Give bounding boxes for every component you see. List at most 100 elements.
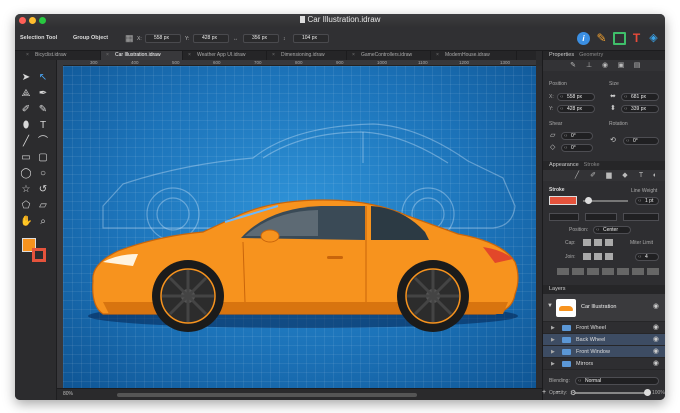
hand-icon[interactable]: ✋ (20, 216, 32, 228)
rounded-rect-icon[interactable]: ▢ (37, 152, 49, 164)
shape-icon[interactable]: ⬠ (20, 200, 32, 212)
rotation-field[interactable]: 0° (623, 137, 659, 145)
pencil-icon[interactable]: ✎ (595, 32, 608, 45)
text-style-icon[interactable]: T (637, 172, 645, 179)
shear-y-field[interactable]: 0° (561, 144, 593, 152)
tab-modern-house[interactable]: × ModernHouse.idraw (431, 51, 517, 60)
rectangle-icon[interactable]: ▭ (20, 152, 32, 164)
stroke-tool-icon[interactable]: ╱ (573, 172, 581, 179)
node-tool-icon[interactable]: ⟁ (20, 88, 32, 100)
document-settings-icon[interactable]: ▤ (633, 62, 641, 69)
expand-arrow-icon[interactable]: ▶ (551, 334, 555, 346)
group-object-button[interactable]: Group Object (73, 35, 108, 41)
stroke-color-well[interactable] (549, 196, 577, 205)
zoom-icon[interactable]: ⌕ (37, 216, 49, 228)
fill-icon[interactable]: ◉ (601, 62, 609, 69)
dash-pattern-select[interactable] (549, 213, 579, 221)
visibility-eye-icon[interactable]: ◉ (653, 302, 659, 310)
polygon-icon[interactable]: ▱ (37, 200, 49, 212)
miter-field[interactable]: 4 (635, 253, 659, 261)
dash-segment-fields[interactable] (557, 268, 661, 275)
star-icon[interactable]: ☆ (20, 184, 32, 196)
tab-weather-app[interactable]: × Weather App UI.idraw (183, 51, 267, 60)
brush-stroke-icon[interactable]: ✐ (589, 172, 597, 179)
size-width-field[interactable]: 681 px (621, 93, 659, 101)
select-arrow-icon[interactable]: ➤ (20, 72, 32, 84)
brush-icon[interactable]: ✐ (20, 104, 32, 116)
text-tool-icon[interactable]: T (630, 32, 643, 45)
text-icon[interactable]: T (37, 120, 49, 132)
tab-dimensioning[interactable]: × Dimensioning.idraw (267, 51, 347, 60)
zoom-level[interactable]: 80% (63, 391, 73, 397)
grid-icon[interactable]: ▦ (125, 33, 134, 44)
info-icon[interactable]: i (577, 32, 590, 45)
pen-icon[interactable]: ✎ (569, 62, 577, 69)
line-icon[interactable]: ╱ (20, 136, 32, 148)
layer-front-window[interactable]: ▶ Front Window ◉ (543, 346, 665, 358)
cap-style-buttons[interactable] (583, 239, 613, 246)
shear-x-field[interactable]: 0° (561, 132, 593, 140)
join-style-buttons[interactable] (583, 253, 613, 260)
close-tab-icon[interactable]: × (106, 51, 109, 60)
grid-layout-icon[interactable] (613, 32, 626, 45)
visibility-eye-icon[interactable]: ◉ (653, 346, 659, 358)
layer-back-wheel[interactable]: ▶ Back Wheel ◉ (543, 334, 665, 346)
blending-select[interactable]: Normal (575, 377, 659, 385)
layer-mirrors[interactable]: ▶ Mirrors ◉ (543, 358, 665, 370)
fill-bucket-icon[interactable]: ▆ (605, 172, 613, 179)
pos-y-field[interactable]: 428 px (557, 105, 595, 113)
close-tab-icon[interactable]: × (272, 51, 275, 60)
layer-group-car-illustration[interactable]: ▼ Car Illustration ◉ (543, 294, 665, 322)
slider-knob[interactable] (585, 197, 592, 204)
close-tab-icon[interactable]: × (436, 51, 439, 60)
shadow-icon[interactable]: ◐ (651, 172, 659, 179)
add-layer-button[interactable]: + (542, 389, 546, 396)
tab-game-controllers[interactable]: × GameControllers.idraw (347, 51, 431, 60)
width-field[interactable]: 356 px (243, 34, 279, 43)
visibility-eye-icon[interactable]: ◉ (653, 358, 659, 370)
opacity-knob[interactable] (644, 389, 651, 396)
ellipse-icon[interactable]: ◯ (20, 168, 32, 180)
expand-arrow-icon[interactable]: ▶ (551, 358, 555, 370)
y-field[interactable]: 428 px (193, 34, 229, 43)
x-field[interactable]: 558 px (145, 34, 181, 43)
geometry-icon[interactable]: ▣ (617, 62, 625, 69)
end-arrow-select[interactable] (623, 213, 659, 221)
car-illustration[interactable] (63, 66, 536, 388)
opacity-value: 100% (652, 390, 665, 396)
height-field[interactable]: 104 px (293, 34, 329, 43)
close-tab-icon[interactable]: × (26, 51, 29, 60)
stroke-position-select[interactable]: Center (593, 226, 631, 234)
expand-arrow-icon[interactable]: ▶ (551, 322, 555, 334)
pencil-tool-icon[interactable]: ✎ (37, 104, 49, 116)
tab-bicyclist[interactable]: × Bicyclist.idraw (21, 51, 101, 60)
size-height-field[interactable]: 339 px (621, 105, 659, 113)
close-tab-icon[interactable]: × (352, 51, 355, 60)
layers-stack-icon[interactable]: ◈ (647, 32, 660, 45)
tab-car-illustration[interactable]: × Car Illustration.idraw (101, 51, 183, 60)
spiral-icon[interactable]: ↺ (37, 184, 49, 196)
pos-x-field[interactable]: 558 px (557, 93, 595, 101)
gradient-icon[interactable]: ◆ (621, 172, 629, 179)
visibility-eye-icon[interactable]: ◉ (653, 334, 659, 346)
collapse-arrow-icon[interactable]: ▼ (547, 303, 553, 309)
circle-icon[interactable]: ○ (37, 168, 49, 180)
window-title-text: Car Illustration.idraw (307, 15, 381, 24)
opacity-slider[interactable] (575, 392, 647, 394)
expand-arrow-icon[interactable]: ▶ (551, 346, 555, 358)
layer-front-wheel[interactable]: ▶ Front Wheel ◉ (543, 322, 665, 334)
eraser-icon[interactable]: ⬮ (20, 120, 32, 132)
align-icon[interactable]: ⊥ (585, 62, 593, 69)
horizontal-scrollbar[interactable] (117, 393, 417, 397)
arc-icon[interactable]: ⌒ (37, 136, 49, 148)
layer-options-gear-icon[interactable]: ⚙ (570, 389, 576, 397)
close-tab-icon[interactable]: × (188, 51, 191, 60)
remove-layer-button[interactable]: − (556, 389, 560, 396)
line-weight-field[interactable]: 1 pt (635, 197, 659, 205)
pen-tool-icon[interactable]: ✒ (37, 88, 49, 100)
direct-select-icon[interactable]: ↖ (37, 72, 49, 84)
visibility-eye-icon[interactable]: ◉ (653, 322, 659, 334)
start-arrow-select[interactable] (585, 213, 617, 221)
drawing-canvas[interactable] (63, 66, 536, 388)
stroke-color-swatch[interactable] (32, 248, 46, 262)
